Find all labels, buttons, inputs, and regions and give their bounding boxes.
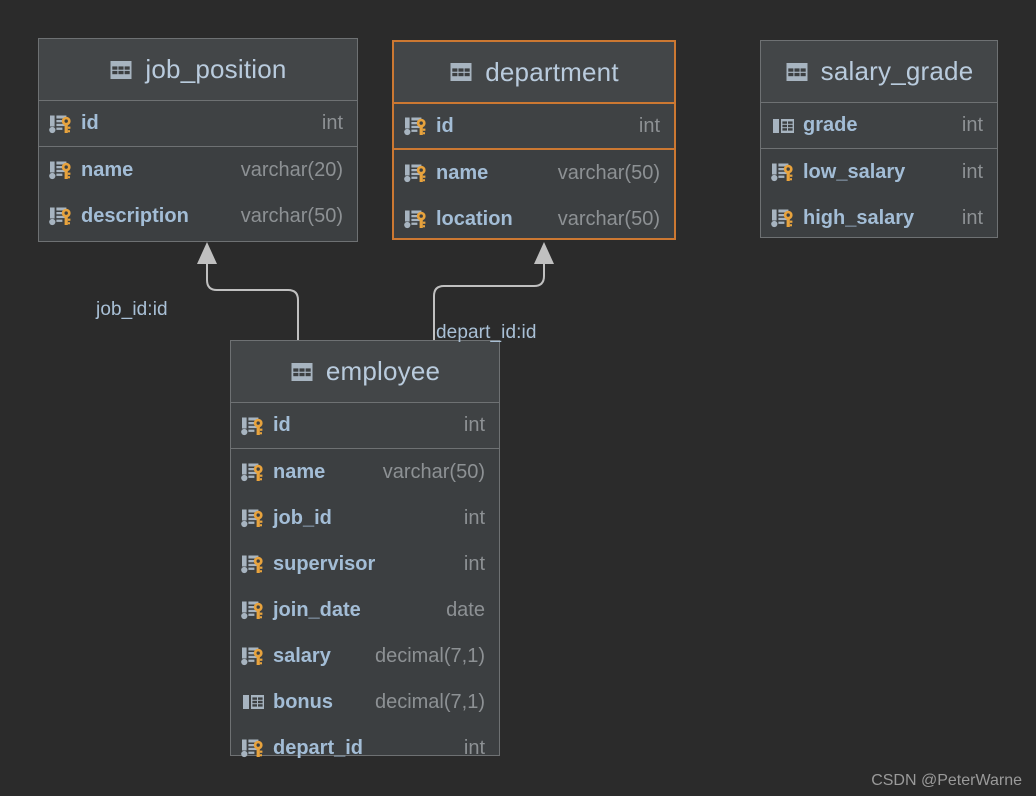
relationship-label-employee-job_position: job_id:id [96,299,168,320]
column-type: varchar(20) [240,158,343,181]
primary-key-icon [241,555,263,574]
column-type: varchar(50) [557,207,660,230]
column-type: varchar(50) [557,161,660,184]
column-type: varchar(50) [382,460,485,483]
primary-key-icon [404,210,426,229]
column-icon [773,118,794,133]
primary-key-icon [241,739,263,758]
primary-key-icon [241,509,263,528]
column-row-employee-name[interactable]: name varchar(50) [231,449,499,495]
table-icon [450,63,472,81]
table-title-department: department [485,56,619,87]
column-name: description [81,204,189,227]
column-name: id [81,112,99,134]
column-type: int [961,206,983,229]
column-type: int [961,114,983,136]
column-type: int [463,506,485,529]
relationship-label-employee-department: depart_id:id [436,322,537,343]
primary-key-icon [404,164,426,183]
table-card-salary_grade[interactable]: salary_grade grade int low_salary int high_sa… [760,40,998,238]
relationship-arrowhead-employee-job_position [197,242,217,264]
watermark: CSDN @PeterWarne [871,772,1022,789]
column-type: int [638,114,660,137]
relationship-line-employee-job_position[interactable] [206,262,299,340]
primary-key-icon [771,209,793,228]
column-row-employee-supervisor[interactable]: supervisor int [231,541,499,587]
table-header-job_position[interactable]: job_position [39,39,357,101]
column-name: depart_id [273,736,364,759]
primary-key-icon [771,163,793,182]
column-row-job_position-id[interactable]: id int [39,101,357,147]
column-name: job_id [273,506,332,529]
column-type: int [321,112,343,134]
column-row-employee-job_id[interactable]: job_id int [231,495,499,541]
column-row-job_position-name[interactable]: name varchar(20) [39,147,357,193]
column-name: low_salary [803,160,906,183]
table-card-job_position[interactable]: job_positionid int name varchar(20) descript… [38,38,358,242]
column-row-employee-bonus[interactable]: bonus decimal(7,1) [231,679,499,725]
column-row-department-id[interactable]: id int [394,104,674,150]
primary-key-icon [241,647,263,666]
table-icon [291,362,313,381]
table-header-employee[interactable]: employee [231,341,499,403]
column-name: id [436,114,454,137]
primary-key-icon [49,207,71,226]
column-name: name [81,158,134,181]
column-row-employee-depart_id[interactable]: depart_id int [231,725,499,771]
column-name: name [436,161,489,184]
column-name: bonus [273,690,333,713]
table-title-salary_grade: salary_grade [820,56,974,86]
er-diagram-canvas: job_positionid int name varchar(20) descript… [0,0,1036,796]
column-name: id [273,414,291,436]
primary-key-icon [49,115,71,133]
column-row-department-name[interactable]: name varchar(50) [394,150,674,196]
column-row-job_position-description[interactable]: description varchar(50) [39,193,357,239]
column-icon [243,695,264,709]
column-row-employee-id[interactable]: id int [231,403,499,449]
table-icon [110,60,132,79]
primary-key-icon [241,601,263,620]
primary-key-icon [404,117,426,136]
table-title-job_position: job_position [145,54,287,84]
primary-key-icon [241,463,263,482]
column-type: decimal(7,1) [374,690,485,713]
primary-key-icon [241,417,263,435]
column-row-salary_grade-high_salary[interactable]: high_salary int [761,195,997,241]
table-title-employee: employee [325,356,441,386]
table-header-department[interactable]: department [394,42,674,104]
relationship-arrowhead-employee-department [534,242,554,264]
column-row-salary_grade-grade[interactable]: grade int [761,103,997,149]
column-name: salary [273,644,331,667]
column-type: int [463,552,485,575]
column-type: decimal(7,1) [374,644,485,667]
table-header-salary_grade[interactable]: salary_grade [761,41,997,103]
column-type: int [463,736,485,759]
column-name: high_salary [803,206,915,229]
table-card-employee[interactable]: employee id int name varchar(50) job_id int sup… [230,340,500,759]
column-name: join_date [273,598,361,621]
table-card-department[interactable]: department id int name varchar(50) location va… [392,40,676,240]
column-name: location [436,207,513,230]
column-name: name [273,460,326,483]
column-name: supervisor [273,552,376,575]
column-row-employee-salary[interactable]: salary decimal(7,1) [231,633,499,679]
primary-key-icon [49,161,71,180]
column-row-department-location[interactable]: location varchar(50) [394,196,674,242]
column-row-employee-join_date[interactable]: join_date date [231,587,499,633]
table-icon [786,62,808,81]
column-row-salary_grade-low_salary[interactable]: low_salary int [761,149,997,195]
column-type: int [961,160,983,183]
column-type: date [446,598,485,621]
column-name: grade [803,114,858,136]
column-type: varchar(50) [240,204,343,227]
column-type: int [463,414,485,436]
